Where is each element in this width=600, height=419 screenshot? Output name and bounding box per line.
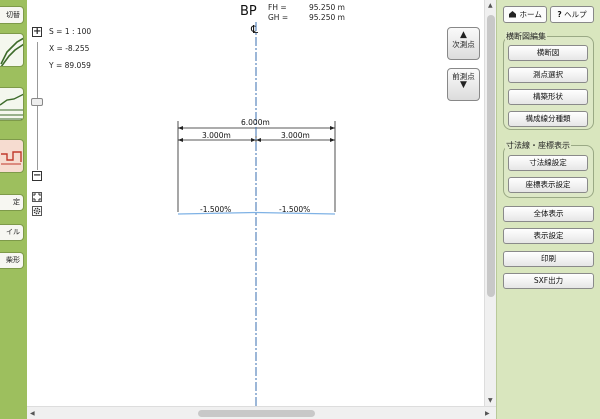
horizontal-scrollbar[interactable]: ◀ ▶	[27, 406, 496, 419]
switch-button[interactable]: 切替	[0, 6, 24, 24]
coordinate-display-settings-button[interactable]: 座標表示設定	[508, 177, 588, 193]
vertical-scrollbar[interactable]: ▲ ▼	[484, 0, 496, 406]
help-icon: ?	[557, 10, 562, 19]
station-select-button[interactable]: 測点選択	[508, 67, 588, 83]
horizontal-scroll-thumb[interactable]	[198, 410, 315, 417]
profile-view-icon	[0, 93, 23, 120]
down-arrow-icon: ▼	[460, 80, 467, 90]
print-button[interactable]: 印刷	[503, 251, 594, 267]
cross-section-view-button[interactable]	[0, 33, 24, 67]
sxf-export-button[interactable]: SXF出力	[503, 273, 594, 289]
help-button[interactable]: ? ヘルプ	[550, 6, 594, 23]
structure-shape-button[interactable]: 構築形状	[508, 89, 588, 105]
cross-section-view-icon	[0, 37, 23, 66]
right-panel: ホーム ? ヘルプ 横断図編集 横断図 測点選択 構築形状 構成線分種類 寸法線…	[496, 0, 600, 419]
scroll-right-icon[interactable]: ▶	[485, 410, 490, 417]
dimension-line-settings-button[interactable]: 寸法線設定	[508, 155, 588, 171]
shape-button[interactable]: 柴形	[0, 252, 24, 269]
up-arrow-icon: ▲	[460, 30, 467, 40]
home-button[interactable]: ホーム	[503, 6, 547, 23]
setting-button[interactable]: 定	[0, 194, 24, 211]
scroll-down-icon[interactable]: ▼	[488, 397, 493, 404]
plan-view-icon	[1, 151, 22, 165]
profile-view-button[interactable]	[0, 87, 24, 121]
plan-view-button[interactable]	[0, 139, 24, 173]
vertical-scroll-thumb[interactable]	[487, 15, 495, 297]
home-icon	[509, 11, 517, 18]
app-window: 切替 定 イル 柴形 + − S = 1: 100 X = -8.255 Y …	[0, 0, 600, 419]
right-slope-label: -1.500%	[279, 205, 311, 214]
left-slope-label: -1.500%	[200, 205, 232, 214]
scroll-left-icon[interactable]: ◀	[30, 410, 35, 417]
left-sidebar: 切替 定 イル 柴形	[0, 0, 27, 419]
right-width-label: 3.000m	[281, 131, 310, 140]
next-station-label: 次測点	[452, 40, 475, 49]
prev-station-button[interactable]: 前測点 ▼	[447, 68, 480, 101]
total-width-label: 6.000m	[241, 118, 270, 127]
cross-section-drawing[interactable]	[27, 0, 484, 406]
left-width-label: 3.000m	[202, 131, 231, 140]
dimension-display-title: 寸法線・座標表示	[505, 140, 571, 151]
show-all-button[interactable]: 全体表示	[503, 206, 594, 222]
cross-section-edit-title: 横断図編集	[505, 31, 547, 42]
display-settings-button[interactable]: 表示設定	[503, 228, 594, 244]
scroll-up-icon[interactable]: ▲	[488, 2, 493, 9]
cross-section-button[interactable]: 横断図	[508, 45, 588, 61]
file-button[interactable]: イル	[0, 224, 24, 241]
segment-type-button[interactable]: 構成線分種類	[508, 111, 588, 127]
next-station-button[interactable]: ▲ 次測点	[447, 27, 480, 60]
